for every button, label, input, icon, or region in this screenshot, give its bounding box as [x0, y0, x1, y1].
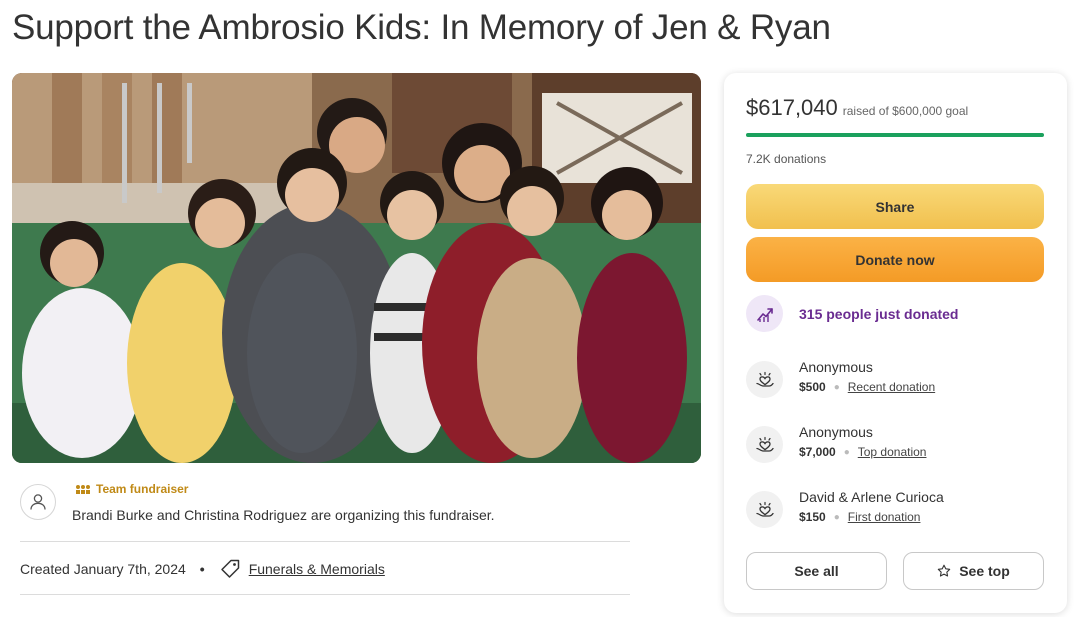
fundraiser-photo: [12, 73, 701, 463]
dot-separator: ●: [833, 511, 840, 523]
meta-separator: •: [199, 561, 205, 577]
category-link[interactable]: Funerals & Memorials: [249, 561, 385, 577]
donor-item: Anonymous $7,000 ● Top donation: [746, 424, 926, 463]
donor-details: David & Arlene Curioca $150 ● First dona…: [799, 489, 944, 524]
see-top-button[interactable]: See top: [903, 552, 1044, 590]
donation-type-link[interactable]: Top donation: [858, 445, 927, 459]
donor-amount: $7,000: [799, 445, 836, 459]
donation-type-link[interactable]: Recent donation: [848, 380, 935, 394]
donate-now-button[interactable]: Donate now: [746, 237, 1044, 282]
heart-hand-icon: [746, 426, 783, 463]
organizer-avatar[interactable]: [20, 484, 56, 520]
created-date: Created January 7th, 2024: [20, 561, 186, 577]
divider: [20, 594, 630, 595]
amount-raised: $617,040: [746, 95, 838, 120]
progress-fill: [746, 133, 1044, 137]
goal-text: raised of $600,000 goal: [842, 104, 969, 118]
donor-name: Anonymous: [799, 424, 873, 440]
donor-item: Anonymous $500 ● Recent donation: [746, 359, 935, 398]
star-icon: [937, 564, 951, 577]
donor-details: Anonymous $7,000 ● Top donation: [799, 424, 926, 459]
tag-icon: [220, 559, 239, 578]
divider: [20, 541, 630, 542]
donor-name: Anonymous: [799, 359, 873, 375]
see-all-button[interactable]: See all: [746, 552, 887, 590]
donor-details: Anonymous $500 ● Recent donation: [799, 359, 935, 394]
see-all-label: See all: [794, 563, 839, 579]
donation-card: $617,040 raised of $600,000 goal 7.2K do…: [724, 73, 1067, 613]
person-icon: [30, 494, 46, 510]
progress-bar: [746, 133, 1044, 137]
donor-amount: $500: [799, 380, 826, 394]
amount-summary: $617,040 raised of $600,000 goal: [746, 95, 968, 121]
heart-hand-icon: [746, 361, 783, 398]
recent-donors-text: 315 people just donated: [799, 305, 959, 322]
donor-name: David & Arlene Curioca: [799, 489, 944, 505]
team-fundraiser-badge: Team fundraiser: [75, 482, 188, 496]
share-button[interactable]: Share: [746, 184, 1044, 229]
donor-amount: $150: [799, 510, 826, 524]
heart-hand-icon: [746, 491, 783, 528]
donation-type-link[interactable]: First donation: [848, 510, 921, 524]
dot-separator: ●: [833, 381, 840, 393]
donations-count: 7.2K donations: [746, 152, 827, 166]
see-top-label: See top: [959, 563, 1010, 579]
fundraiser-meta: Created January 7th, 2024 • Funerals & M…: [20, 558, 385, 580]
organizer-text: Brandi Burke and Christina Rodriguez are…: [72, 507, 495, 523]
team-fundraiser-label: Team fundraiser: [96, 482, 189, 496]
trending-up-icon: [746, 295, 783, 332]
dot-separator: ●: [843, 446, 850, 458]
donor-item: David & Arlene Curioca $150 ● First dona…: [746, 489, 944, 528]
organizer-section: Team fundraiser Brandi Burke and Christi…: [20, 480, 630, 540]
page-title: Support the Ambrosio Kids: In Memory of …: [12, 8, 831, 47]
recent-activity: 315 people just donated: [746, 295, 958, 332]
team-icon: [76, 485, 90, 494]
